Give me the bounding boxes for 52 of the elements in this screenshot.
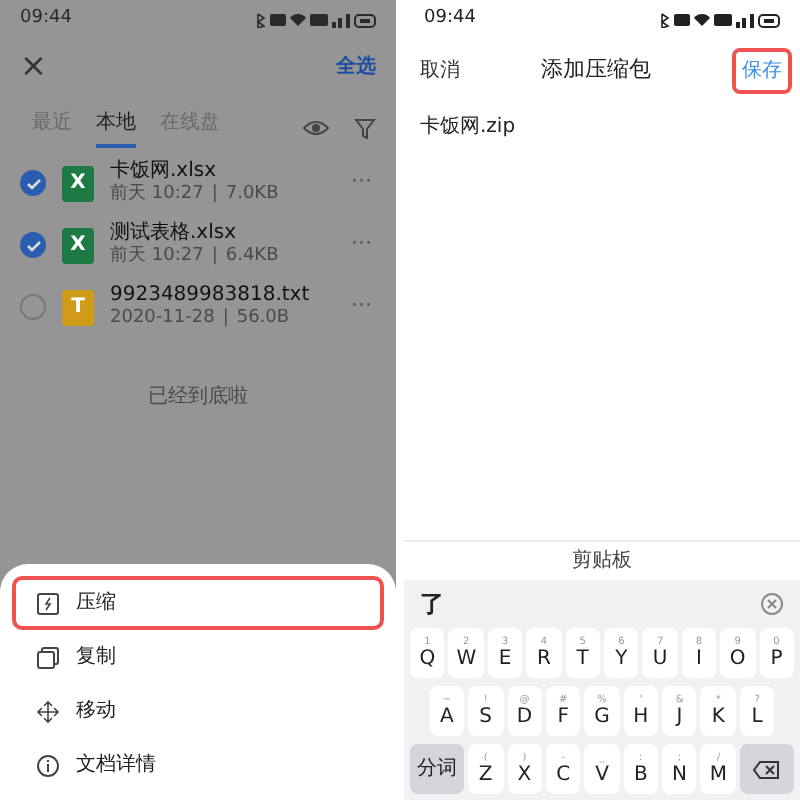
end-of-list-note: 已经到底啦 xyxy=(146,383,250,412)
check-icon xyxy=(25,177,41,189)
menu-item[interactable]: 移动 xyxy=(12,684,384,738)
spreadsheet-file-icon: X xyxy=(62,227,94,263)
status-time: 09:44 xyxy=(20,6,72,33)
file-name: 9923489983818.txt xyxy=(110,284,310,308)
move-icon xyxy=(36,699,60,723)
backspace-key[interactable] xyxy=(739,744,794,794)
filter-icon[interactable] xyxy=(354,117,376,139)
text-file-icon: T xyxy=(62,289,94,325)
checkbox[interactable] xyxy=(20,170,46,196)
save-button[interactable]: 保存 xyxy=(732,47,792,93)
file-date: 前天 10:27 xyxy=(110,184,204,206)
menu-item[interactable]: 复制 xyxy=(12,630,384,684)
file-name: 测试表格.xlsx xyxy=(110,222,239,245)
separator: | xyxy=(211,246,218,268)
clear-icon[interactable] xyxy=(760,592,784,616)
wifi-icon xyxy=(694,14,710,26)
eye-icon[interactable] xyxy=(302,118,330,138)
checkbox[interactable] xyxy=(20,232,46,258)
file-size: 56.0B xyxy=(236,308,290,330)
menu-item[interactable]: 压缩 xyxy=(12,576,384,630)
check-icon xyxy=(25,239,41,251)
close-button[interactable]: × xyxy=(20,50,47,82)
copy-icon xyxy=(36,645,60,669)
wifi-icon xyxy=(290,14,306,26)
battery-icon xyxy=(354,13,376,27)
info-icon xyxy=(36,753,60,777)
clipboard-button[interactable]: 剪贴板 xyxy=(572,546,632,576)
candidate-word[interactable]: 了 xyxy=(420,586,444,622)
menu-item[interactable]: 文档详情 xyxy=(12,738,384,792)
dialog-title: 添加压缩包 xyxy=(541,53,651,86)
status-time: 09:44 xyxy=(424,6,476,33)
file-date: 2020-11-28 xyxy=(110,308,215,330)
signal-icon xyxy=(332,13,350,27)
file-size: 6.4KB xyxy=(225,246,279,268)
separator: | xyxy=(211,184,218,206)
keyboard-key[interactable]: 分词 xyxy=(410,744,465,794)
checkbox[interactable] xyxy=(20,294,46,320)
battery-icon xyxy=(758,13,780,27)
tab[interactable]: 本地 xyxy=(96,108,136,148)
file-name: 卡饭网.xlsx xyxy=(110,160,219,183)
separator: | xyxy=(222,308,229,330)
file-size: 7.0KB xyxy=(225,184,279,206)
compress-icon xyxy=(36,591,60,615)
bluetooth-icon xyxy=(660,12,670,28)
spreadsheet-file-icon: X xyxy=(62,165,94,201)
cancel-button[interactable]: 取消 xyxy=(420,55,460,85)
backspace-icon xyxy=(752,759,781,779)
signal-icon xyxy=(736,13,754,27)
file-date: 前天 10:27 xyxy=(110,246,204,268)
bluetooth-icon xyxy=(256,12,266,28)
